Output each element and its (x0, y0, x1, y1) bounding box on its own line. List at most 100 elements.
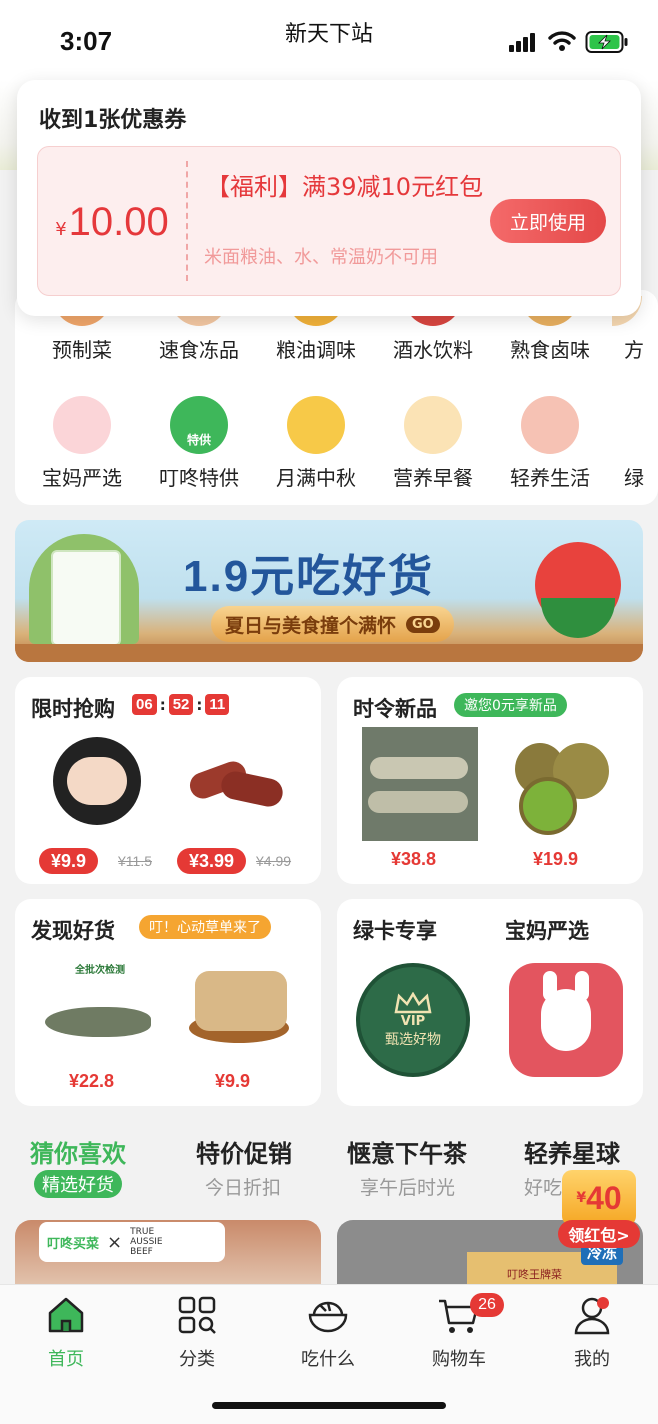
breakfast-icon (404, 396, 462, 454)
vip-badge[interactable]: VIP 甄选好物 (356, 963, 470, 1077)
flash-sale-card[interactable]: 限时抢购 06 : 52 : 11 ¥9.9 ¥11.5 ¥3.99 ¥4.99 (15, 677, 321, 884)
banner-title: 1.9元吃好货 (183, 552, 435, 601)
category-label: 方 (624, 338, 644, 362)
sweet-potato-image[interactable] (186, 757, 286, 810)
banner-table (15, 644, 643, 662)
countdown-seconds: 11 (205, 694, 230, 715)
notification-dot (597, 1297, 609, 1309)
category-label: 月满中秋 (276, 466, 356, 490)
category-label: 酒水饮料 (393, 338, 473, 362)
fish-label: 全批次检测 (75, 965, 125, 976)
price-label: ¥9.9 (215, 1071, 251, 1091)
cart-badge: 26 (470, 1293, 504, 1317)
countdown-minutes: 52 (168, 694, 194, 715)
tab-cart[interactable]: 26 购物车 (414, 1293, 504, 1371)
status-bar: 3:07 新天下站 (0, 0, 658, 80)
discover-title: 发现好货 (31, 919, 115, 943)
light-living-icon (521, 396, 579, 454)
kiwi-image[interactable] (513, 737, 623, 837)
tab-category-label: 分类 (179, 1349, 215, 1370)
vip-subtitle: 甄选好物 (385, 1031, 441, 1048)
tab-eat[interactable]: 吃什么 (283, 1295, 373, 1371)
category-label: 绿 (624, 466, 644, 490)
category-label: 速食冻品 (159, 338, 239, 362)
coupon-note: 米面粮油、水、常温奶不可用 (204, 247, 438, 268)
box-label: 叮咚王牌菜 (507, 1268, 562, 1281)
category-label: 叮咚特供 (159, 466, 239, 490)
feed-tab-wellness[interactable]: 轻养星球 (524, 1134, 620, 1169)
coupon-currency: ¥ (55, 218, 67, 240)
watermelon-image (541, 598, 615, 638)
red-packet-currency: ¥ (576, 1190, 587, 1206)
special-badge: 特供 (186, 433, 211, 447)
crown-icon (394, 991, 432, 1013)
chicken-image[interactable] (53, 737, 141, 825)
category-grid-icon (178, 1296, 216, 1334)
times-sign: × (107, 1231, 123, 1253)
mom-select-title: 宝妈严选 (505, 919, 589, 943)
category-grid: 预制菜 速食冻品 粮油调味 酒水饮料 熟食卤味 方 宝妈严选 特供 叮咚特供 月… (15, 290, 658, 505)
home-indicator (212, 1402, 446, 1409)
countdown-sep: : (159, 695, 166, 714)
new-products-card[interactable]: 时令新品 邀您0元享新品 ¥38.8 ¥19.9 (337, 677, 643, 884)
tab-home[interactable]: 首页 (21, 1295, 111, 1371)
category-label: 营养早餐 (393, 466, 473, 490)
category-item[interactable]: 月满中秋 (261, 396, 371, 491)
bread-image[interactable] (185, 963, 295, 1047)
member-card[interactable]: 绿卡专享 宝妈严选 VIP 甄选好物 (337, 899, 643, 1106)
price-tag: ¥3.99 (177, 848, 247, 874)
red-packet-amount: ¥ 40 (562, 1170, 636, 1226)
tab-eat-label: 吃什么 (301, 1349, 355, 1370)
brand-collab-logo: 叮咚买菜 × TRUE AUSSIE BEEF (39, 1222, 225, 1262)
signal-icon (509, 32, 539, 52)
feed-card[interactable]: 叮咚买菜 × TRUE AUSSIE BEEF (15, 1220, 321, 1290)
bowl-icon (308, 1301, 348, 1333)
old-price: ¥4.99 (256, 853, 292, 869)
dingdong-special-icon: 特供 (170, 396, 228, 454)
feed-tab-special[interactable]: 特价促销 (196, 1134, 292, 1169)
tab-mine[interactable]: 我的 (547, 1295, 637, 1371)
category-item[interactable]: 特供 叮咚特供 (144, 396, 254, 491)
coupon-name: 【福利】满39减10元红包 (206, 173, 484, 201)
use-now-button[interactable]: 立即使用 (490, 199, 606, 243)
brand-text: 叮咚买菜 (47, 1236, 100, 1252)
feed-tab-special-sub: 今日折扣 (205, 1177, 282, 1199)
red-packet-float[interactable]: ¥ 40 领红包> (558, 1170, 640, 1252)
wifi-icon (548, 31, 576, 51)
mom-select-badge[interactable] (509, 963, 623, 1077)
promo-banner[interactable]: 1.9元吃好货 夏日与美食撞个满怀 GO (15, 520, 643, 662)
coupon-popup[interactable]: 收到1张优惠券 ¥ 10.00 【福利】满39减10元红包 米面粮油、水、常温奶… (17, 80, 641, 316)
discover-card[interactable]: 发现好货 叮！心动草单来了 全批次检测 ¥22.8 ¥9.9 (15, 899, 321, 1106)
category-label: 粮油调味 (276, 338, 356, 362)
new-products-tag: 邀您0元享新品 (454, 693, 567, 717)
yogurt-cup-image (51, 550, 121, 646)
price-label: ¥22.8 (69, 1071, 115, 1091)
banner-subtitle: 夏日与美食撞个满怀 GO (211, 606, 454, 642)
countdown-hours: 06 (132, 694, 157, 715)
discover-tag: 叮！心动草单来了 (139, 915, 271, 939)
feed-tab-wellness-sub: 好吃 (524, 1177, 563, 1199)
category-item[interactable]: 绿 (612, 396, 658, 491)
old-price: ¥11.5 (118, 853, 152, 869)
countdown: 06 : 52 : 11 (132, 694, 230, 715)
tab-mine-label: 我的 (574, 1349, 610, 1370)
shrimp-image[interactable] (362, 727, 478, 841)
coupon-popup-title: 收到1张优惠券 (39, 108, 187, 133)
category-item[interactable]: 营养早餐 (378, 396, 488, 491)
feed-tab-tea-sub: 享午后时光 (360, 1177, 456, 1199)
category-label: 宝妈严选 (42, 466, 122, 490)
price-label: ¥38.8 (391, 849, 437, 869)
feed-tab-guess[interactable]: 猜你喜欢 (30, 1134, 126, 1169)
flash-sale-title: 限时抢购 (31, 697, 115, 721)
countdown-sep: : (196, 695, 203, 714)
coupon-card[interactable]: ¥ 10.00 【福利】满39减10元红包 米面粮油、水、常温奶不可用 立即使用 (37, 146, 621, 296)
category-label: 熟食卤味 (510, 338, 590, 362)
category-item[interactable]: 宝妈严选 (27, 396, 137, 491)
feed-tab-tea[interactable]: 惬意下午茶 (347, 1134, 467, 1169)
go-badge: GO (406, 615, 440, 633)
tab-category[interactable]: 分类 (152, 1295, 242, 1371)
tab-home-label: 首页 (48, 1349, 84, 1370)
feed-tab-guess-sub: 精选好货 (34, 1170, 122, 1198)
fish-image[interactable]: 全批次检测 (45, 957, 155, 1057)
category-item[interactable]: 轻养生活 (495, 396, 605, 491)
